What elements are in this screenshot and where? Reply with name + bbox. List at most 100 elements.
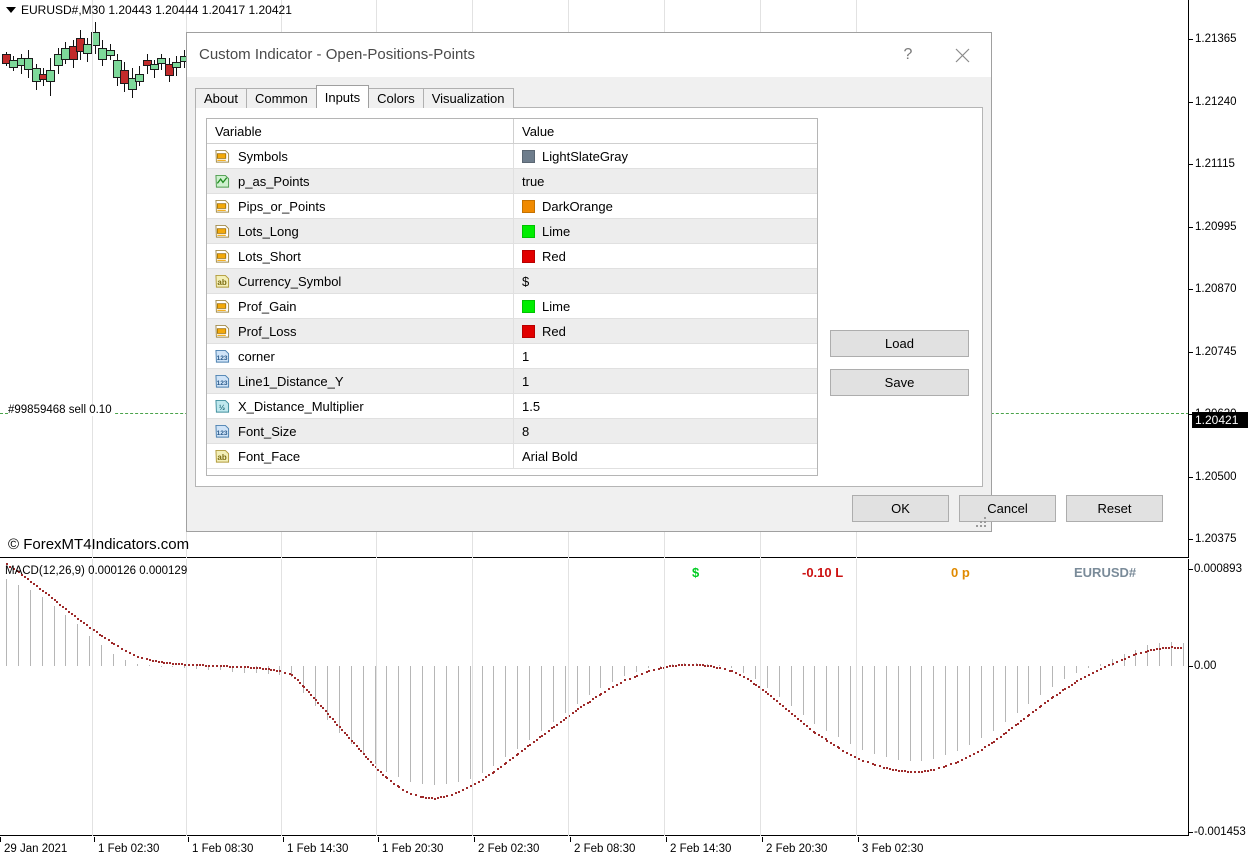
- time-axis[interactable]: 29 Jan 2021 1 Feb 02:30 1 Feb 08:30 1 Feb 1…: [0, 837, 1250, 860]
- tab-about[interactable]: About: [195, 88, 247, 108]
- table-row[interactable]: Prof_Gain Lime: [207, 293, 817, 319]
- macd-tick-label: 0.000893: [1189, 563, 1242, 575]
- color-input-icon: [214, 299, 231, 314]
- color-swatch: [522, 324, 535, 338]
- close-icon[interactable]: [939, 33, 985, 77]
- value-text: Red: [542, 323, 566, 339]
- resize-grip-icon[interactable]: [976, 517, 988, 529]
- time-tick-mark: [378, 837, 379, 842]
- time-tick-label: 1 Feb 14:30: [287, 843, 349, 855]
- value-cell[interactable]: 1: [513, 368, 817, 394]
- time-tick-label: 29 Jan 2021: [4, 843, 68, 855]
- value-cell[interactable]: 1: [513, 343, 817, 369]
- value-cell[interactable]: LightSlateGray: [513, 143, 817, 169]
- variable-cell[interactable]: ½ X_Distance_Multiplier: [207, 394, 513, 419]
- side-button-group: Load Save: [830, 330, 976, 408]
- price-tick-label: 1.20500: [1189, 471, 1237, 483]
- chart-watermark: © ForexMT4Indicators.com: [8, 536, 190, 553]
- price-axis[interactable]: 1.21365 1.21240 1.21115 1.20995 1.20870 1.207…: [1189, 0, 1250, 670]
- variable-cell[interactable]: 123 Line1_Distance_Y: [207, 369, 513, 394]
- value-cell[interactable]: 8: [513, 418, 817, 444]
- table-row[interactable]: ab Font_Face Arial Bold: [207, 443, 817, 469]
- table-row[interactable]: Pips_or_Points DarkOrange: [207, 193, 817, 219]
- svg-text:123: 123: [217, 379, 228, 386]
- value-cell[interactable]: Red: [513, 243, 817, 269]
- variable-cell[interactable]: Pips_or_Points: [207, 194, 513, 219]
- macd-pane[interactable]: [0, 559, 1189, 836]
- variable-cell[interactable]: Lots_Long: [207, 219, 513, 244]
- svg-text:123: 123: [217, 429, 228, 436]
- column-header-variable[interactable]: Variable: [207, 124, 513, 139]
- variable-name: Prof_Gain: [238, 298, 297, 314]
- price-tick-label: 1.21365: [1189, 33, 1237, 45]
- variable-cell[interactable]: Prof_Gain: [207, 294, 513, 319]
- table-row[interactable]: ab Currency_Symbol $: [207, 268, 817, 294]
- value-cell[interactable]: $: [513, 268, 817, 294]
- cancel-button[interactable]: Cancel: [959, 495, 1056, 522]
- tab-inputs[interactable]: Inputs: [315, 85, 370, 108]
- tab-colors[interactable]: Colors: [368, 88, 424, 108]
- load-button[interactable]: Load: [830, 330, 969, 357]
- ok-button[interactable]: OK: [852, 495, 949, 522]
- variable-cell[interactable]: p_as_Points: [207, 169, 513, 194]
- color-swatch: [522, 149, 535, 163]
- svg-text:½: ½: [219, 402, 225, 411]
- time-tick-mark: [0, 837, 1, 842]
- color-input-icon: [214, 199, 231, 214]
- color-swatch: [522, 249, 535, 263]
- variable-cell[interactable]: ab Currency_Symbol: [207, 269, 513, 294]
- value-cell[interactable]: DarkOrange: [513, 193, 817, 219]
- price-tick-label: 1.20870: [1189, 283, 1237, 295]
- time-tick-label: 2 Feb 20:30: [766, 843, 828, 855]
- table-row[interactable]: Lots_Long Lime: [207, 218, 817, 244]
- table-row[interactable]: Prof_Loss Red: [207, 318, 817, 344]
- color-swatch: [522, 224, 535, 238]
- variable-cell[interactable]: Symbols: [207, 144, 513, 169]
- string-input-icon: ab: [214, 449, 231, 464]
- table-row[interactable]: 123 Font_Size 8: [207, 418, 817, 444]
- custom-indicator-dialog[interactable]: Custom Indicator - Open-Positions-Points…: [186, 32, 1163, 532]
- variable-name: corner: [238, 348, 275, 364]
- value-text: true: [522, 173, 545, 189]
- save-button[interactable]: Save: [830, 369, 969, 396]
- color-input-icon: [214, 324, 231, 339]
- time-tick-mark: [666, 837, 667, 842]
- variable-cell[interactable]: 123 Font_Size: [207, 419, 513, 444]
- tab-visualization[interactable]: Visualization: [422, 88, 514, 108]
- value-cell[interactable]: 1.5: [513, 393, 817, 419]
- symbol-header: EURUSD#,M30 1.20443 1.20444 1.20417 1.20…: [6, 3, 292, 17]
- current-price-badge: 1.20421: [1192, 412, 1248, 428]
- table-row[interactable]: p_as_Points true: [207, 168, 817, 194]
- question-mark-icon[interactable]: ?: [885, 33, 931, 77]
- dialog-titlebar[interactable]: Custom Indicator - Open-Positions-Points…: [187, 33, 991, 77]
- table-row[interactable]: 123 corner 1: [207, 343, 817, 369]
- dialog-tabstrip[interactable]: About Common Inputs Colors Visualization: [195, 85, 514, 108]
- variable-cell[interactable]: ab Font_Face: [207, 444, 513, 469]
- value-text: Arial Bold: [522, 448, 578, 464]
- chevron-down-icon[interactable]: [6, 6, 16, 13]
- reset-button[interactable]: Reset: [1066, 495, 1163, 522]
- value-cell[interactable]: Lime: [513, 218, 817, 244]
- value-cell[interactable]: Arial Bold: [513, 443, 817, 469]
- table-row[interactable]: Lots_Short Red: [207, 243, 817, 269]
- symbol-header-text: EURUSD#,M30 1.20443 1.20444 1.20417 1.20…: [21, 3, 292, 17]
- table-row[interactable]: ½ X_Distance_Multiplier 1.5: [207, 393, 817, 419]
- value-text: 1: [522, 373, 530, 389]
- table-row[interactable]: 123 Line1_Distance_Y 1: [207, 368, 817, 394]
- column-header-value[interactable]: Value: [513, 119, 817, 144]
- color-input-icon: [214, 224, 231, 239]
- value-cell[interactable]: Red: [513, 318, 817, 344]
- variable-cell[interactable]: 123 corner: [207, 344, 513, 369]
- tab-common[interactable]: Common: [245, 88, 317, 108]
- price-tick-label: 1.20375: [1189, 533, 1237, 545]
- macd-axis[interactable]: 0.000893 0.00 -0.001453: [1189, 559, 1250, 838]
- price-tick-label: 1.20995: [1189, 221, 1237, 233]
- inputs-grid[interactable]: Variable Value Symbols LightSlateGray p_as…: [206, 118, 818, 476]
- value-text: Lime: [542, 298, 571, 314]
- variable-name: p_as_Points: [238, 173, 310, 189]
- table-row[interactable]: Symbols LightSlateGray: [207, 143, 817, 169]
- variable-cell[interactable]: Prof_Loss: [207, 319, 513, 344]
- value-cell[interactable]: true: [513, 168, 817, 194]
- value-cell[interactable]: Lime: [513, 293, 817, 319]
- variable-cell[interactable]: Lots_Short: [207, 244, 513, 269]
